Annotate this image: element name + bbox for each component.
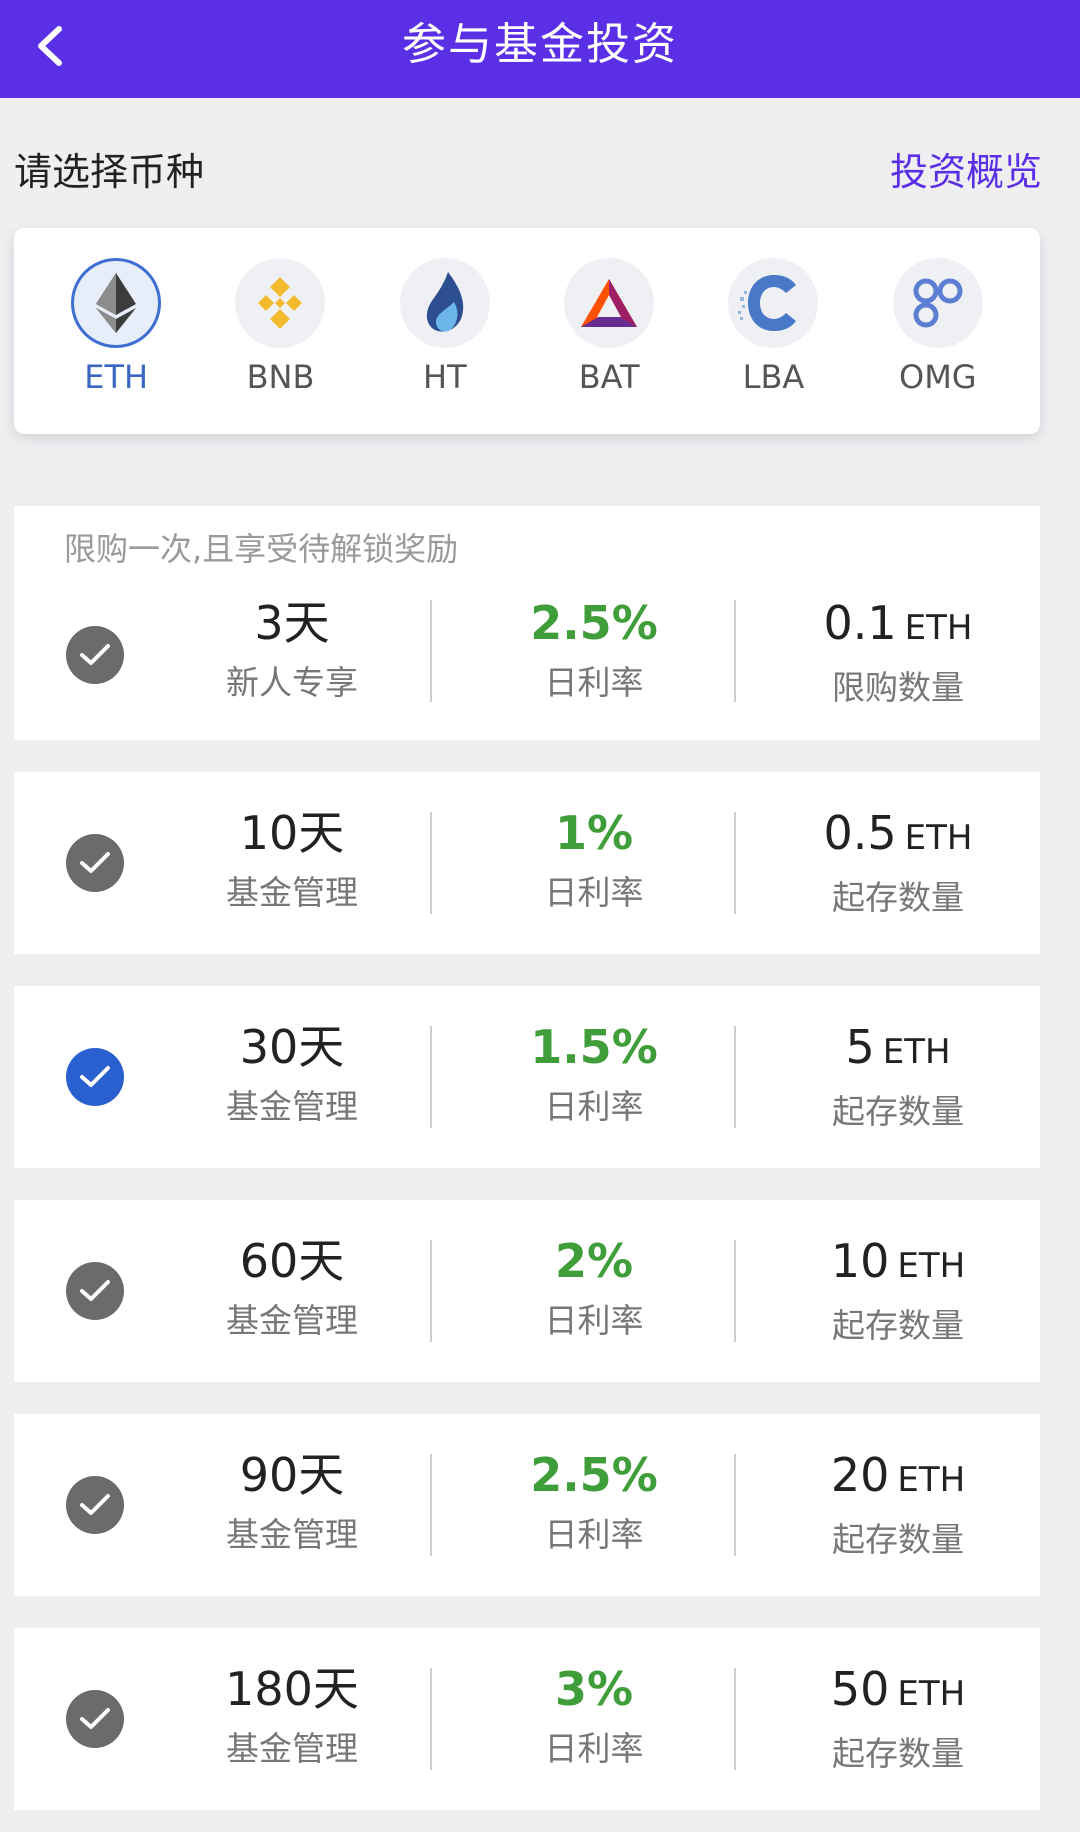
coin-bnb[interactable]: BNB bbox=[210, 258, 350, 396]
plan-amount: 50 ETH 起存数量 bbox=[830, 1662, 966, 1773]
coin-section-header: 请选择币种 投资概览 bbox=[14, 138, 1042, 198]
coin-label: ETH bbox=[84, 358, 149, 396]
plan-amount: 0.5 ETH 起存数量 bbox=[823, 806, 973, 917]
coin-bat[interactable]: BAT bbox=[539, 258, 679, 396]
plan-rate: 1% 日利率 bbox=[544, 806, 644, 912]
plan-card[interactable]: 60天 基金管理 2% 日利率 10 ETH 起存数量 bbox=[14, 1200, 1040, 1382]
coin-label: BAT bbox=[578, 358, 640, 396]
plan-note: 限购一次,且享受待解锁奖励 bbox=[64, 530, 459, 568]
divider bbox=[734, 600, 736, 702]
plan-rate: 2.5% 日利率 bbox=[530, 1448, 658, 1554]
chevron-left-icon bbox=[38, 26, 62, 66]
check-icon[interactable] bbox=[66, 626, 124, 684]
coin-omg[interactable]: OMG bbox=[868, 258, 1008, 396]
plan-amount: 0.1 ETH 限购数量 bbox=[823, 596, 973, 707]
plan-term: 30天 基金管理 bbox=[226, 1020, 358, 1126]
page-title: 参与基金投资 bbox=[402, 19, 678, 70]
plan-term: 10天 基金管理 bbox=[226, 806, 358, 912]
coin-lba[interactable]: LBA bbox=[703, 258, 843, 396]
plan-rate: 2% 日利率 bbox=[544, 1234, 644, 1340]
check-icon[interactable] bbox=[66, 1476, 124, 1534]
plan-term: 60天 基金管理 bbox=[226, 1234, 358, 1340]
bat-triangle-icon bbox=[581, 279, 638, 327]
plan-card[interactable]: 180天 基金管理 3% 日利率 50 ETH 起存数量 bbox=[14, 1628, 1040, 1810]
divider bbox=[430, 812, 432, 914]
divider bbox=[430, 1668, 432, 1770]
omg-icon bbox=[913, 278, 963, 328]
plan-amount: 10 ETH 起存数量 bbox=[830, 1234, 966, 1345]
check-icon[interactable] bbox=[66, 1048, 124, 1106]
divider bbox=[734, 1454, 736, 1556]
coin-label: LBA bbox=[742, 358, 805, 396]
investment-overview-link[interactable]: 投资概览 bbox=[890, 141, 1042, 196]
back-button[interactable] bbox=[20, 16, 80, 76]
top-bar: 参与基金投资 bbox=[0, 0, 1080, 98]
divider bbox=[430, 600, 432, 702]
divider bbox=[734, 812, 736, 914]
check-icon[interactable] bbox=[66, 1690, 124, 1748]
coin-label: HT bbox=[423, 358, 467, 396]
plan-rate: 1.5% 日利率 bbox=[530, 1020, 658, 1126]
coin-ht[interactable]: HT bbox=[375, 258, 515, 396]
plan-rate: 3% 日利率 bbox=[544, 1662, 644, 1768]
divider bbox=[734, 1668, 736, 1770]
plan-rate: 2.5% 日利率 bbox=[530, 596, 658, 702]
plan-term: 90天 基金管理 bbox=[226, 1448, 358, 1554]
plan-amount: 20 ETH 起存数量 bbox=[830, 1448, 966, 1559]
ht-flame-icon bbox=[426, 272, 464, 332]
divider bbox=[734, 1240, 736, 1342]
plan-card[interactable]: 10天 基金管理 1% 日利率 0.5 ETH 起存数量 bbox=[14, 772, 1040, 954]
coin-selector: ETH BNB HT BAT LBA OMG bbox=[14, 228, 1040, 434]
plan-card[interactable]: 30天 基金管理 1.5% 日利率 5 ETH 起存数量 bbox=[14, 986, 1040, 1168]
coin-label: OMG bbox=[899, 358, 977, 396]
check-icon[interactable] bbox=[66, 1262, 124, 1320]
coin-eth[interactable]: ETH bbox=[46, 258, 186, 396]
check-icon[interactable] bbox=[66, 834, 124, 892]
divider bbox=[430, 1026, 432, 1128]
plan-term: 3天 新人专享 bbox=[226, 596, 358, 702]
divider bbox=[430, 1454, 432, 1556]
bnb-icon bbox=[258, 277, 303, 329]
plan-card[interactable]: 限购一次,且享受待解锁奖励 3天 新人专享 2.5% 日利率 0.1 ETH 限购… bbox=[14, 506, 1040, 740]
eth-icon bbox=[96, 273, 137, 333]
divider bbox=[734, 1026, 736, 1128]
plan-amount: 5 ETH 起存数量 bbox=[832, 1020, 964, 1131]
plan-term: 180天 基金管理 bbox=[225, 1662, 359, 1768]
coin-label: BNB bbox=[246, 358, 315, 396]
section-title: 请选择币种 bbox=[14, 149, 205, 194]
divider bbox=[430, 1240, 432, 1342]
plan-card[interactable]: 90天 基金管理 2.5% 日利率 20 ETH 起存数量 bbox=[14, 1414, 1040, 1596]
lba-icon bbox=[738, 275, 797, 331]
